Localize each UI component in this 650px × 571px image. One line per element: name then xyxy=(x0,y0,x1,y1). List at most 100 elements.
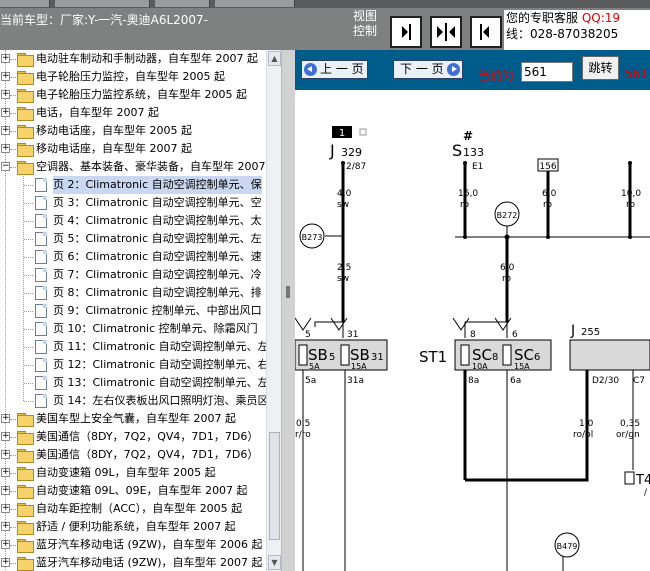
wire-size-25: 2,5 xyxy=(337,263,351,273)
expand-icon[interactable]: + xyxy=(1,450,10,459)
tree-item-label: 自动变速箱 09L，自车型年 2005 起 xyxy=(36,466,216,479)
tree-item-label: 页 6：Climatronic 自动空调控制单元、速 xyxy=(53,250,262,263)
expand-icon[interactable]: + xyxy=(1,504,10,513)
expand-icon[interactable]: + xyxy=(1,486,10,495)
current-page-label: 当前为 xyxy=(478,69,515,83)
scroll-up-icon[interactable]: ▲ xyxy=(268,51,281,66)
wire-color-rro: r/ro xyxy=(295,430,311,440)
tree-item-label: 自动变速箱 09L、09E，自车型年 2007 起 xyxy=(36,484,248,497)
tree-item-label: 页 7：Climatronic 自动空调控制单元、冷 xyxy=(53,268,262,281)
tree-item[interactable]: + 舒适 / 便利功能系统，自车型年 2007 起 xyxy=(0,518,266,536)
fuse-sb5 xyxy=(298,344,308,366)
component-s133: S xyxy=(452,141,462,160)
prev-arrow-icon xyxy=(304,63,317,76)
tree-item[interactable]: 页 9：Climatronic 控制单元、中部出风口 xyxy=(0,302,266,320)
tree-item[interactable]: 页 7：Climatronic 自动空调控制单元、冷 xyxy=(0,266,266,284)
tree-item[interactable]: + 美国通信（8DY，7Q2，QV4，7D1，7D6） xyxy=(0,428,266,446)
wire-color-robl: ro/bl xyxy=(573,430,593,440)
tree-item[interactable]: 页 11：Climatronic 自动空调控制单元、左 xyxy=(0,338,266,356)
collapse-icon[interactable]: − xyxy=(1,162,10,171)
tree-item[interactable]: 页 14：左右仪表板出风口照明灯泡、乘员区 xyxy=(0,392,266,410)
tree-item[interactable]: + 电话，自车型年 2007 起 xyxy=(0,104,266,122)
fuse-sc8-sub: 8 xyxy=(492,352,498,363)
tree-item[interactable]: 页 5：Climatronic 自动空调控制单元、左 xyxy=(0,230,266,248)
header-tab[interactable] xyxy=(55,0,150,7)
wire-color-sw: sw xyxy=(337,200,349,210)
tree-item[interactable]: 页 12：Climatronic 自动空调控制单元、右 xyxy=(0,356,266,374)
tree-item[interactable]: + 电子轮胎压力监控系统，自车型年 2005 起 xyxy=(0,86,266,104)
tree-item[interactable]: + 蓝牙汽车移动电话 (9ZW)，自车型年 2007 起 xyxy=(0,554,266,571)
pin-d230: D2/30 xyxy=(592,376,619,386)
expand-icon[interactable]: + xyxy=(1,54,10,63)
tree-item[interactable]: 页 10：Climatronic 控制单元、除霜风门 xyxy=(0,320,266,338)
tree-item-label: 页 2：Climatronic 自动空调控制单元、保 xyxy=(53,176,262,194)
tree-item[interactable]: + 自动变速箱 09L，自车型年 2005 起 xyxy=(0,464,266,482)
tree-scrollbar[interactable]: ▲ ▼ xyxy=(266,50,281,571)
tree-item[interactable]: + 移动电话座，自车型年 2007 起 xyxy=(0,140,266,158)
tree-item[interactable]: 页 2：Climatronic 自动空调控制单元、保 xyxy=(0,176,266,194)
page-number-input[interactable] xyxy=(521,62,573,82)
tree-item[interactable]: 页 13：Climatronic 自动空调控制单元、左 xyxy=(0,374,266,392)
view-split-button[interactable] xyxy=(430,16,462,48)
jump-button[interactable]: 跳转 xyxy=(582,56,619,80)
current-car-model: 当前车型：厂家:Y-一汽-奥迪A6L2007- xyxy=(0,13,209,27)
next-page-button[interactable]: 下 一 页 xyxy=(393,60,463,79)
folder-icon xyxy=(17,557,34,571)
tree-item[interactable]: + 蓝牙汽车移动电话 (9ZW)，自车型年 2006 起 xyxy=(0,536,266,554)
b273-label: B273 xyxy=(302,233,323,242)
tree-item[interactable]: + 自动车距控制（ACC），自车型年 2005 起 xyxy=(0,500,266,518)
tree-item[interactable]: − 空调器、基本装备、豪华装备，自车型年 2007 xyxy=(0,158,266,176)
expand-icon[interactable]: + xyxy=(1,90,10,99)
pane-splitter[interactable] xyxy=(281,50,295,571)
connector-t4: T4 xyxy=(635,473,650,488)
folder-icon xyxy=(17,431,34,445)
expand-icon[interactable]: + xyxy=(1,126,10,135)
tree-item[interactable]: 页 3：Climatronic 自动空调控制单元、空 xyxy=(0,194,266,212)
tree-item-label: 页 8：Climatronic 自动空调控制单元、排 xyxy=(53,286,262,299)
expand-icon[interactable]: + xyxy=(1,522,10,531)
header-tab[interactable] xyxy=(215,0,295,7)
prev-page-button[interactable]: 上 一 页 xyxy=(301,60,368,79)
pin-31a: 31a xyxy=(347,376,364,386)
next-page-label: 下 一 页 xyxy=(400,62,444,76)
tree-item[interactable]: + 美国通信（8DY，7Q2，QV4，7D1，7D6） xyxy=(0,446,266,464)
expand-icon[interactable]: + xyxy=(1,432,10,441)
expand-icon[interactable]: + xyxy=(1,540,10,549)
connector-t4-tail: / xyxy=(644,488,648,498)
expand-icon[interactable]: + xyxy=(1,414,10,423)
tree-item[interactable]: 页 8：Climatronic 自动空调控制单元、排 xyxy=(0,284,266,302)
fuse-sb5-amp: 5A xyxy=(309,362,320,371)
expand-icon[interactable]: + xyxy=(1,468,10,477)
header-tab[interactable] xyxy=(0,0,50,7)
customer-service-box: 您的专职客服 QQ:19 线：028-87038205 xyxy=(504,10,650,50)
qq-link[interactable]: QQ:19 xyxy=(582,11,620,25)
expand-icon[interactable]: + xyxy=(1,558,10,567)
tree-item[interactable]: 页 6：Climatronic 自动空调控制单元、速 xyxy=(0,248,266,266)
tree-item-label: 页 10：Climatronic 控制单元、除霜风门 xyxy=(53,322,258,335)
box-marker-empty xyxy=(359,128,367,136)
scroll-down-icon[interactable]: ▼ xyxy=(268,555,281,570)
tree-item-label: 页 5：Climatronic 自动空调控制单元、左 xyxy=(53,232,262,245)
expand-icon[interactable]: + xyxy=(1,144,10,153)
tree-item[interactable]: + 自动变速箱 09L、09E，自车型年 2007 起 xyxy=(0,482,266,500)
folder-icon xyxy=(17,521,34,535)
expand-icon[interactable]: + xyxy=(1,72,10,81)
fuse-block-st1: ST1 xyxy=(419,348,447,366)
folder-icon xyxy=(17,107,34,121)
tree-item[interactable]: + 美国车型上安全气囊，自车型年 2007 起 xyxy=(0,410,266,428)
tree-item[interactable]: + 电动驻车制动和手制动器，自车型年 2007 起 xyxy=(0,50,266,68)
view-left-button[interactable] xyxy=(470,16,502,48)
wire-size-60b: 6,0 xyxy=(500,263,515,273)
header-tab[interactable] xyxy=(155,0,210,7)
folder-icon xyxy=(17,125,34,139)
tree-item[interactable]: 页 4：Climatronic 自动空调控制单元、太 xyxy=(0,212,266,230)
page-icon xyxy=(35,394,47,408)
scroll-thumb[interactable] xyxy=(269,432,280,540)
wiring-diagram: 1 J 329 # S 133 2/87 E1 156 4,0 sw 16,0 … xyxy=(295,90,650,571)
pin-6a: 6a xyxy=(510,376,521,386)
tree-item[interactable]: + 电子轮胎压力监控，自车型年 2005 起 xyxy=(0,68,266,86)
expand-icon[interactable]: + xyxy=(1,108,10,117)
view-right-button[interactable] xyxy=(390,16,422,48)
tree-item[interactable]: + 移动电话座，自车型年 2005 起 xyxy=(0,122,266,140)
splitter-grip-icon[interactable] xyxy=(286,286,290,298)
